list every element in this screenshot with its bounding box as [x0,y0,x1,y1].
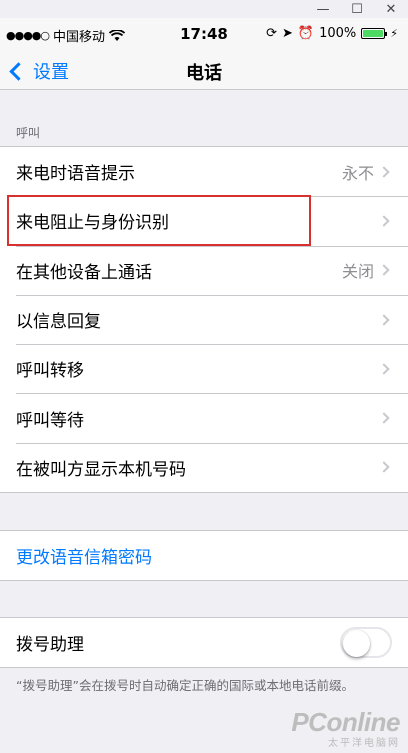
chevron-right-icon [378,215,390,227]
row-label: 来电阻止与身份识别 [16,213,169,234]
row-label: 呼叫等待 [16,410,84,431]
chevron-right-icon [378,412,390,424]
row-label: 在其他设备上通话 [16,262,152,283]
row-voice-announce[interactable]: 来电时语音提示 永不 [0,147,408,196]
chevron-right-icon [378,264,390,276]
change-voicemail-password-button[interactable]: 更改语音信箱密码 [0,531,408,580]
status-bar: ●●●●○ 中国移动 17:48 ⟳ ➤ ⏰ 100% ⚡ [0,18,408,52]
row-show-caller-id[interactable]: 在被叫方显示本机号码 [0,442,408,492]
voicemail-group: 更改语音信箱密码 [0,530,408,582]
chevron-right-icon [378,461,390,474]
chevron-right-icon [378,165,390,178]
navigation-bar: 设置 电话 [0,52,408,90]
row-other-devices[interactable]: 在其他设备上通话 关闭 [0,245,408,295]
row-call-waiting[interactable]: 呼叫等待 [0,393,408,442]
row-label: 拨号助理 [16,635,84,656]
minimize-icon[interactable]: — [306,0,340,18]
toggle-knob [343,630,370,658]
row-label: 来电时语音提示 [16,164,135,185]
maximize-icon[interactable]: ☐ [340,0,374,18]
location-icon: ➤ [282,26,293,41]
row-label: 以信息回复 [16,312,101,333]
battery-fill [363,30,384,37]
row-value: 关闭 [341,262,374,282]
row-reply-with-message[interactable]: 以信息回复 [0,294,408,344]
close-icon[interactable]: ✕ [374,0,408,18]
section-header-call: 呼叫 [16,126,41,140]
chevron-right-icon [378,313,390,326]
chevron-left-icon [9,61,28,81]
charging-icon: ⚡ [390,27,398,40]
battery-percent: 100% [319,26,357,41]
battery-icon [361,28,388,39]
dial-assist-toggle[interactable] [340,627,392,659]
window-controls: — ☐ ✕ [306,0,408,18]
chevron-right-icon [378,363,390,375]
call-settings-group: 来电时语音提示 永不 来电阻止与身份识别 在其他设备上通话 关闭 以信息回复 呼… [0,146,408,494]
row-label: 呼叫转移 [16,361,84,382]
back-label: 设置 [33,62,69,83]
row-call-blocking[interactable]: 来电阻止与身份识别 [0,196,408,245]
rotation-lock-icon: ⟳ [266,26,277,41]
row-dial-assist: 拨号助理 [0,618,408,667]
back-button[interactable]: 设置 [8,56,69,86]
row-label: 在被叫方显示本机号码 [16,459,186,480]
alarm-icon: ⏰ [297,26,315,41]
dial-assist-group: 拨号助理 [0,617,408,669]
row-call-forwarding[interactable]: 呼叫转移 [0,344,408,393]
watermark-logo: PConline 太平洋电脑网 [291,707,400,749]
row-value: 永不 [341,163,374,183]
dial-assist-note: “拨号助理”会在拨号时自动确定正确的国际或本地电话前缀。 [16,678,354,693]
